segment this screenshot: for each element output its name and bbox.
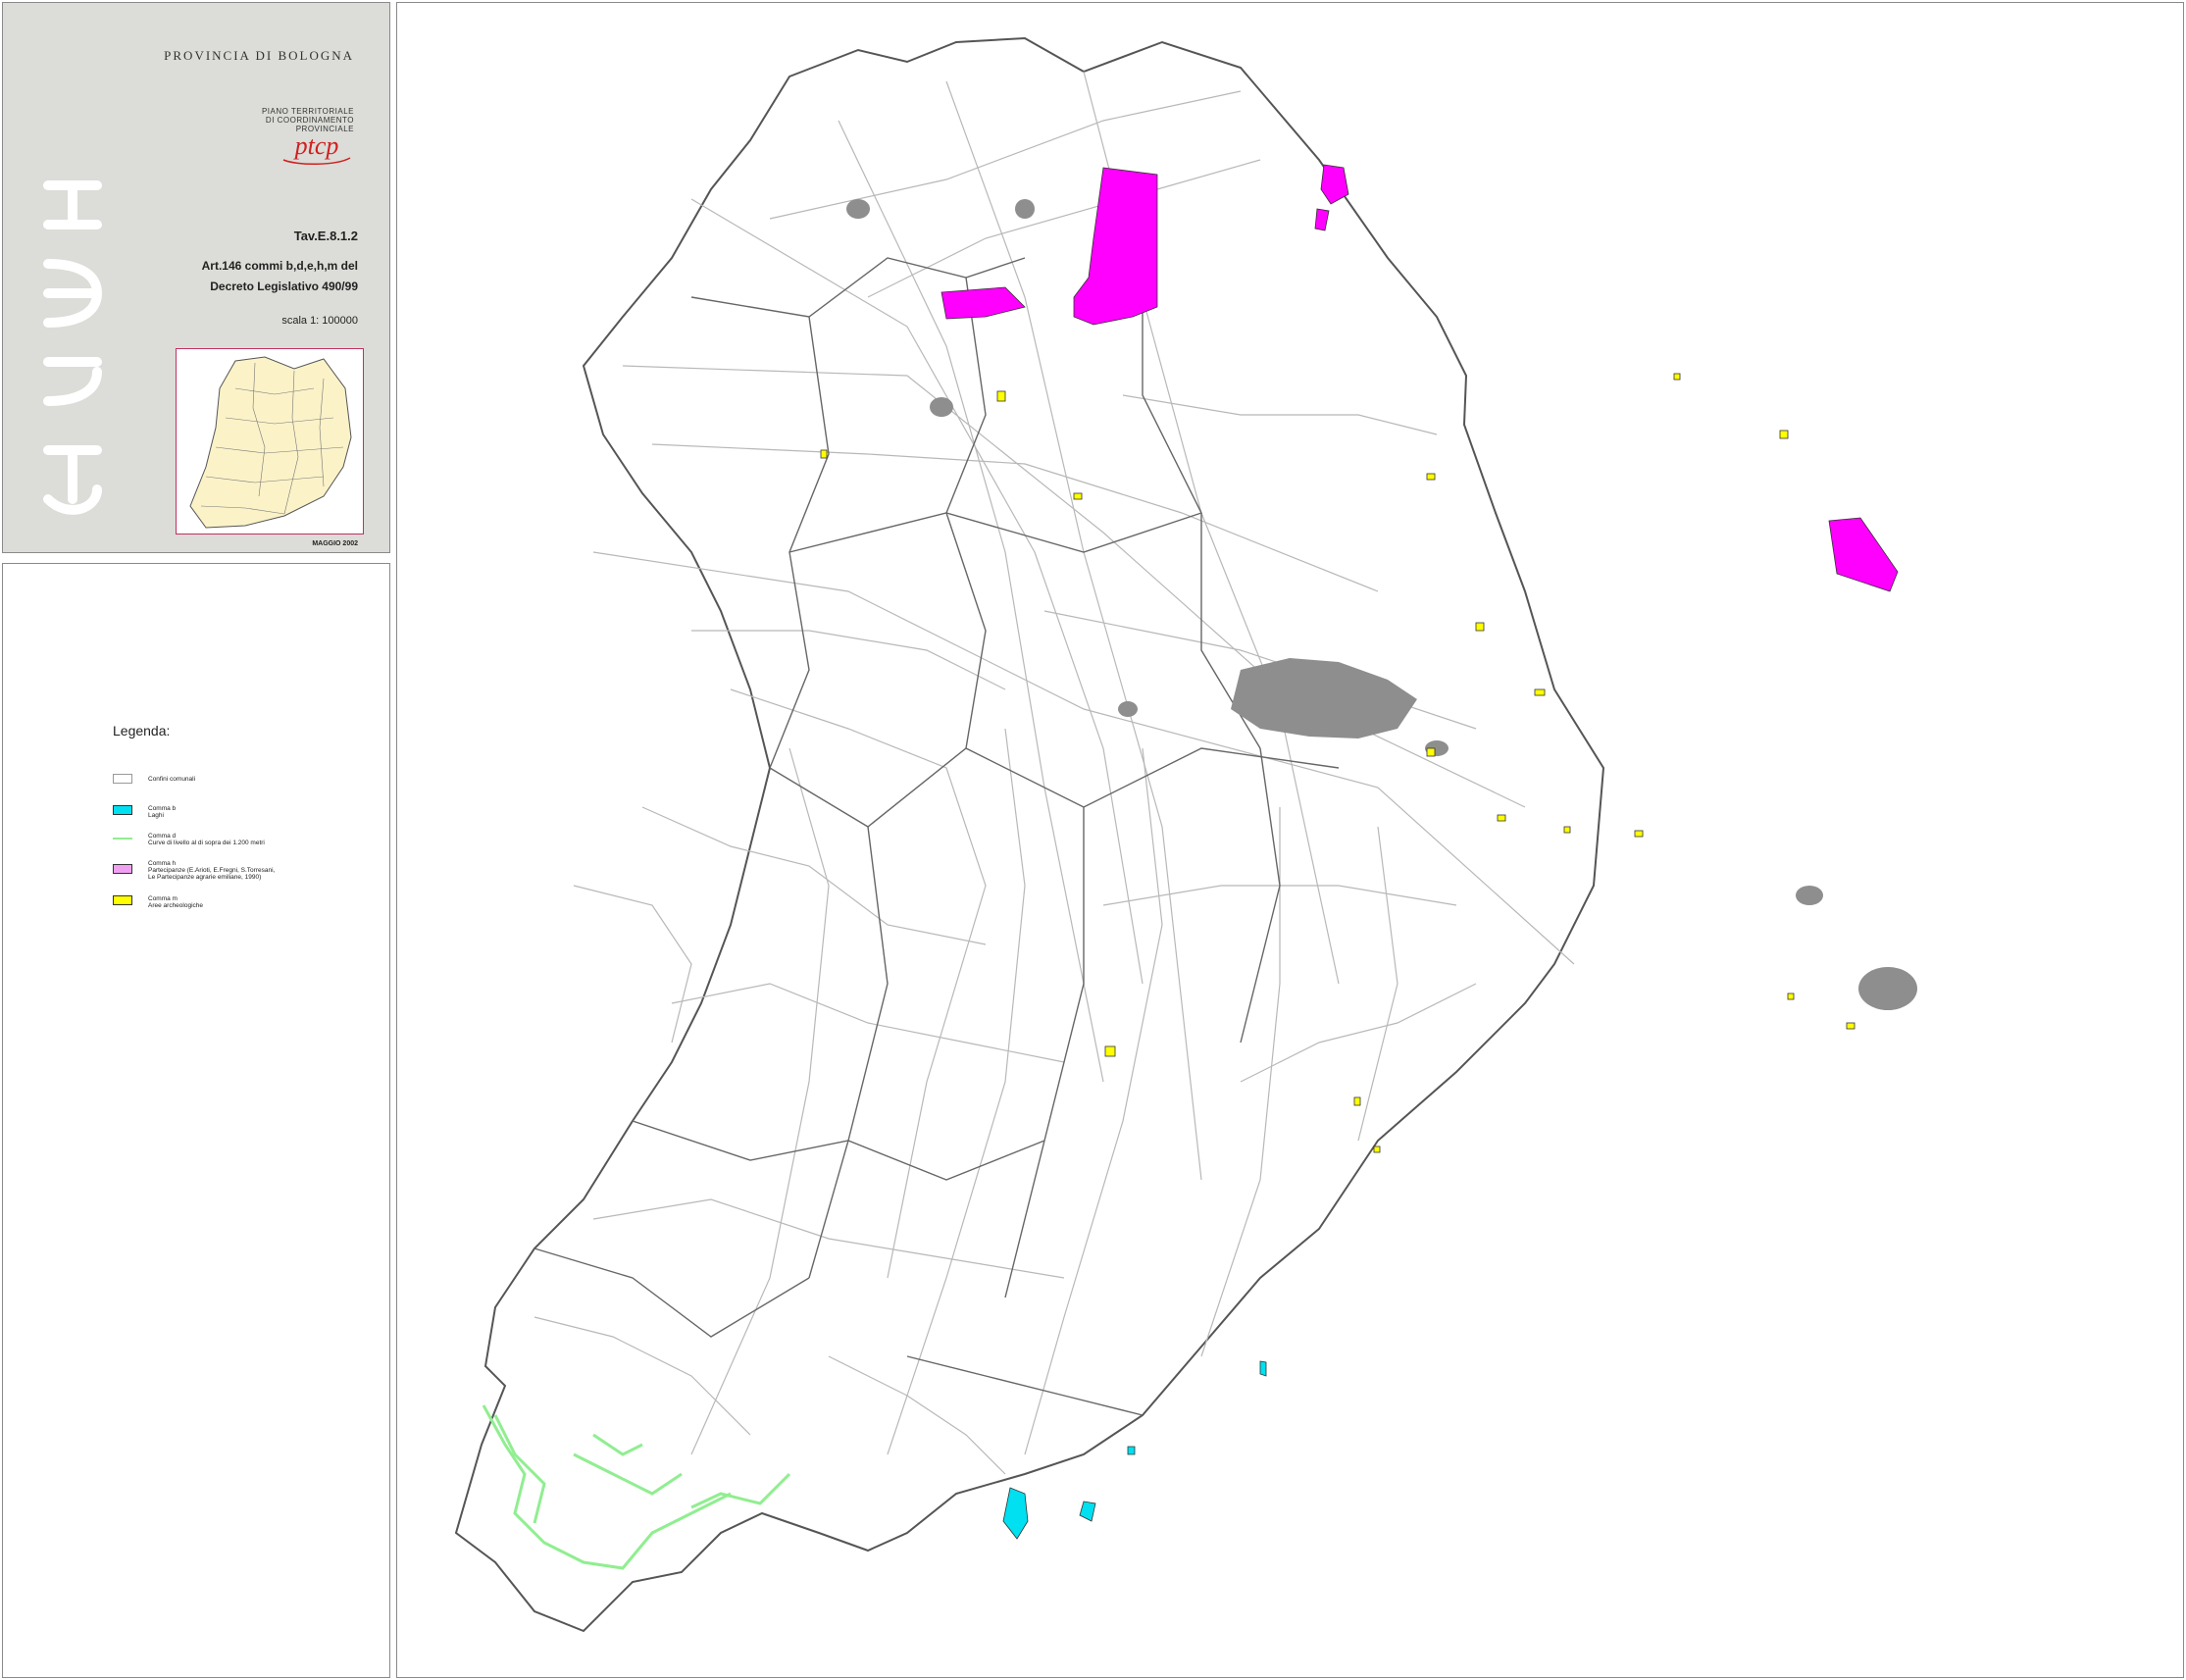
partecipanza-area bbox=[1828, 517, 1899, 592]
legend-swatch-laghi bbox=[113, 805, 132, 815]
ptcp-logo-text: ptcp bbox=[293, 132, 339, 160]
archaeological-area bbox=[820, 449, 828, 459]
archaeological-area bbox=[1373, 1145, 1381, 1153]
archaeological-area bbox=[1426, 747, 1436, 757]
urban-area bbox=[1796, 886, 1823, 905]
archaeological-area bbox=[1846, 1022, 1856, 1030]
ptcp-logo: ptcp bbox=[278, 131, 356, 173]
archaeological-area bbox=[1497, 814, 1506, 822]
lake bbox=[1079, 1501, 1096, 1522]
legend-swatch-confini bbox=[113, 774, 132, 784]
legend-swatch-curve bbox=[113, 838, 132, 840]
article-reference: Art.146 commi b,d,e,h,m del Decreto Legi… bbox=[202, 256, 358, 297]
legend-title: Legenda: bbox=[113, 723, 171, 738]
legend-label: Laghi bbox=[148, 812, 164, 819]
legend-label: Partecipanze (E.Arioti, E.Fregni, S.Torr… bbox=[148, 867, 276, 874]
legend-label: Confini comunali bbox=[148, 776, 196, 783]
map-panel[interactable] bbox=[396, 2, 2184, 1678]
legend-swatch-archeologiche bbox=[113, 895, 132, 905]
map-scale: scala 1: 100000 bbox=[281, 315, 358, 327]
legend-label: Comma h bbox=[148, 860, 177, 867]
urban-area bbox=[930, 397, 953, 417]
province-locator-graphic bbox=[189, 356, 352, 529]
legend-label: Aree archeologiche bbox=[148, 902, 204, 909]
provincia-title: PROVINCIA DI BOLOGNA bbox=[164, 48, 354, 63]
archaeological-area bbox=[1073, 492, 1083, 500]
ptcp-subtitle: PIANO TERRITORIALE DI COORDINAMENTO PROV… bbox=[262, 107, 354, 133]
locator-inset-map bbox=[176, 348, 364, 535]
archaeological-area bbox=[1787, 993, 1795, 1000]
article-line-1: Art.146 commi b,d,e,h,m del bbox=[201, 259, 358, 273]
archaeological-area bbox=[1634, 830, 1644, 838]
title-panel: PROVINCIA DI BOLOGNA PIANO TERRITORIALE … bbox=[2, 2, 390, 553]
legend-label: Comma m bbox=[148, 895, 178, 902]
ptcp-watermark-logo bbox=[43, 180, 103, 515]
legend-label: Curve di livello al di sopra dei 1.200 m… bbox=[148, 840, 265, 846]
legend-swatch-partecipanze bbox=[113, 864, 132, 874]
urban-area-imola bbox=[1858, 967, 1917, 1010]
ptcp-line-1: PIANO TERRITORIALE bbox=[261, 107, 354, 116]
province-boundary bbox=[454, 36, 1605, 1633]
legend-label: Comma b bbox=[148, 805, 177, 812]
article-line-2: Decreto Legislativo 490/99 bbox=[210, 280, 358, 293]
urban-area bbox=[1015, 199, 1035, 219]
legend-label: Le Partecipanze agrarie emiliane, 1990) bbox=[148, 874, 262, 881]
publication-date: MAGGIO 2002 bbox=[312, 540, 358, 547]
archaeological-area bbox=[1673, 373, 1681, 381]
archaeological-area bbox=[1426, 473, 1436, 481]
tavola-number: Tav.E.8.1.2 bbox=[293, 229, 358, 243]
archaeological-area bbox=[1353, 1096, 1361, 1106]
lake bbox=[1127, 1446, 1136, 1455]
legend-panel: Legenda: Confini comunali Comma b Laghi … bbox=[2, 563, 390, 1678]
urban-area bbox=[1118, 701, 1138, 717]
archaeological-area bbox=[1779, 430, 1789, 439]
lake bbox=[1002, 1487, 1029, 1540]
archaeological-area bbox=[1475, 622, 1485, 632]
lake bbox=[1259, 1360, 1267, 1377]
archaeological-area bbox=[1534, 688, 1546, 696]
archaeological-area bbox=[1104, 1045, 1116, 1057]
province-map[interactable] bbox=[397, 3, 2184, 1678]
archaeological-area bbox=[996, 390, 1006, 402]
archaeological-area bbox=[1563, 826, 1571, 834]
ptcp-line-2: DI COORDINAMENTO bbox=[265, 116, 354, 125]
urban-area bbox=[846, 199, 870, 219]
ptcp-logo-icon: ptcp bbox=[282, 131, 351, 166]
legend-label: Comma d bbox=[148, 833, 177, 840]
